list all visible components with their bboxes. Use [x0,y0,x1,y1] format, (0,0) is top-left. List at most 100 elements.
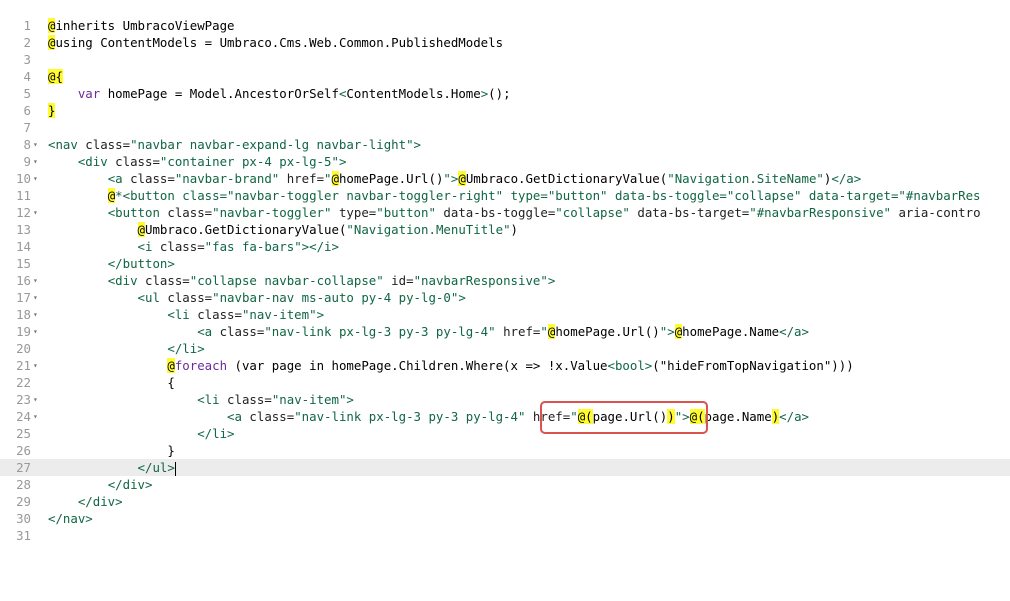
code-line[interactable]: 25 </li> [0,425,1010,442]
code-token: <a [227,409,242,424]
code-token: page.Name [704,409,772,424]
code-line[interactable]: 20 </li> [0,340,1010,357]
fold-chevron-icon[interactable]: ▾ [33,323,43,340]
code-token: <li [167,307,190,322]
code-line[interactable]: 24 ▾ <a class="nav-link px-lg-3 py-3 py-l… [0,408,1010,425]
code-line[interactable]: 6} [0,102,1010,119]
code-text: <a class="navbar-brand" href="@homePage.… [48,170,861,187]
code-line[interactable]: 27 </ul> [0,459,1010,476]
fold-chevron-icon[interactable]: ▾ [33,357,43,374]
fold-chevron-icon[interactable]: ▾ [33,204,43,221]
code-token: ("hideFromTopNavigation"))) [652,358,854,373]
code-token: class= [189,307,242,322]
code-line[interactable]: 9 ▾ <div class="container px-4 px-lg-5"> [0,153,1010,170]
code-line[interactable]: 7 [0,119,1010,136]
code-line[interactable]: 21 ▾ @foreach (var page in homePage.Child… [0,357,1010,374]
code-text: @using ContentModels = Umbraco.Cms.Web.C… [48,34,503,51]
code-token: "fas fa-bars" [204,239,302,254]
code-token: { [48,375,175,390]
code-text: </nav> [48,510,93,527]
code-line[interactable]: 1 @inherits UmbracoViewPage [0,17,1010,34]
line-number: 9 [23,154,31,169]
line-number: 31 [16,528,31,543]
code-token: Umbraco.GetDictionaryValue( [465,171,668,186]
code-token: *<button class="navbar-toggler navbar-to… [115,188,981,203]
code-line[interactable]: 3 [0,51,1010,68]
line-number: 8 [23,137,31,152]
code-editor[interactable]: 1 @inherits UmbracoViewPage 2 @using Conten… [0,0,1010,601]
code-token: " [443,171,451,186]
code-line[interactable]: 29 </div> [0,493,1010,510]
line-number: 29 [16,494,31,509]
code-token: page.Url() [592,409,668,424]
code-line[interactable]: 19 ▾ <a class="nav-link px-lg-3 py-3 py-l… [0,323,1010,340]
code-token: </a> [779,409,809,424]
line-number: 17 [16,290,31,305]
code-line[interactable]: 26 } [0,442,1010,459]
code-line[interactable]: 4 @{ [0,68,1010,85]
line-number: 2 [23,35,31,50]
code-token: <i [137,239,153,254]
code-token: "collapse navbar-collapse" [189,273,384,288]
code-line[interactable]: 5 var homePage = Model.AncestorOrSelf<Co… [0,85,1010,102]
line-number: 14 [16,239,31,254]
fold-chevron-icon[interactable]: ▾ [33,306,43,323]
code-token: class= [152,239,205,254]
code-line[interactable]: 28 </div> [0,476,1010,493]
code-token: <li [197,392,220,407]
fold-chevron-icon[interactable]: ▾ [33,391,43,408]
code-token: "navbar-brand" [174,171,280,186]
code-token: > [413,137,422,152]
code-line[interactable]: 31 [0,527,1010,544]
code-token: class= [77,137,131,152]
fold-chevron-icon[interactable]: ▾ [33,136,43,153]
line-number: 16 [16,273,31,288]
code-token: "nav-item" [241,307,317,322]
line-number: 1 [23,18,31,33]
code-text: <div class="container px-4 px-lg-5"> [48,153,347,170]
code-token: aria-contro [891,205,981,220]
code-line[interactable]: 8 ▾ <nav class="navbar navbar-expand-lg na… [0,136,1010,153]
line-number: 7 [23,120,31,135]
code-token: href= [279,171,325,186]
code-line[interactable]: 17 ▾ <ul class="navbar-nav ms-auto py-4 p… [0,289,1010,306]
code-token: homePage.Url() [555,324,660,339]
code-line[interactable]: 15 </button> [0,255,1010,272]
code-text: { [48,374,175,391]
code-token: "navbar navbar-expand-lg navbar-light" [130,137,414,152]
code-line[interactable]: 16 ▾ <div class="collapse navbar-collapse… [0,272,1010,289]
fold-chevron-icon[interactable]: ▾ [33,408,43,425]
fold-chevron-icon[interactable]: ▾ [33,289,43,306]
fold-chevron-icon[interactable]: ▾ [33,272,43,289]
code-token: @( [577,409,593,424]
code-line[interactable]: 12 ▾ <button class="navbar-toggler" type=… [0,204,1010,221]
code-line[interactable]: 30 </nav> [0,510,1010,527]
code-token: (); [488,86,511,101]
code-line[interactable]: 22 { [0,374,1010,391]
code-token: "Navigation.MenuTitle" [346,222,511,237]
code-token: class= [159,290,213,305]
code-line[interactable]: 13 @Umbraco.GetDictionaryValue("Navigati… [0,221,1010,238]
code-text: } [48,102,56,119]
fold-chevron-icon[interactable]: ▾ [33,170,43,187]
code-line[interactable]: 11 @*<button class="navbar-toggler navba… [0,187,1010,204]
fold-chevron-icon[interactable]: ▾ [33,153,43,170]
code-token: data-bs-target= [629,205,750,220]
line-number: 4 [23,69,31,84]
code-token: @ [137,222,145,237]
code-line[interactable]: 2 @using ContentModels = Umbraco.Cms.Web.… [0,34,1010,51]
code-token: @ [167,358,175,373]
code-line[interactable]: 18 ▾ <li class="nav-item"> [0,306,1010,323]
code-line[interactable]: 23 ▾ <li class="nav-item"> [0,391,1010,408]
code-line[interactable]: 14 <i class="fas fa-bars"></i> [0,238,1010,255]
code-line[interactable]: 10 ▾ <a class="navbar-brand" href="@homeP… [0,170,1010,187]
